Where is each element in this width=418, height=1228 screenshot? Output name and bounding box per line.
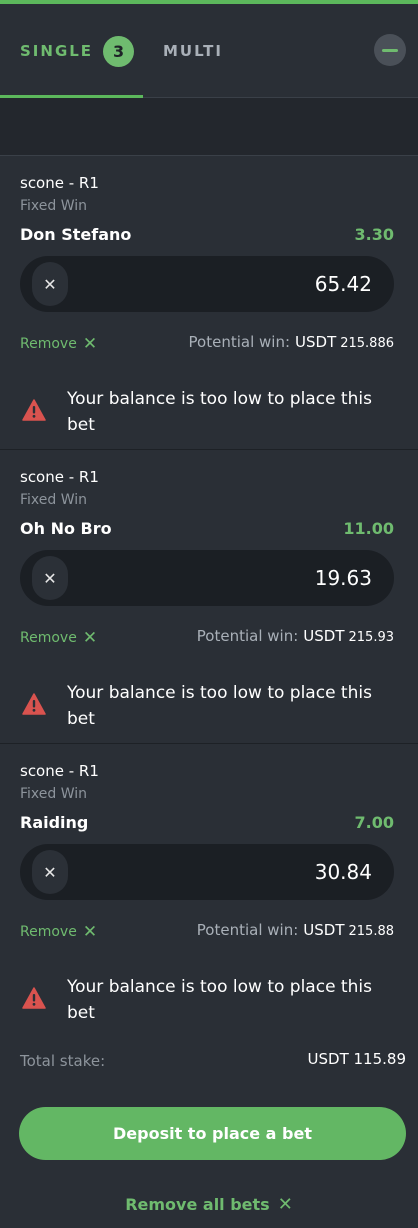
odds-value: 3.30	[354, 225, 394, 244]
total-stake-label: Total stake:	[20, 1052, 106, 1070]
balance-warning-text: Your balance is too low to place this be…	[67, 389, 372, 435]
stake-input[interactable]	[172, 562, 372, 594]
potential-win-amount: 215.88	[348, 924, 395, 939]
betslip-tabs: SINGLE 3 MULTI	[0, 4, 418, 98]
potential-win-amount: 215.93	[348, 630, 395, 645]
potential-win-label: Potential win:	[188, 333, 291, 351]
bet-card: scone - R1 Fixed Win Oh No Bro 11.00 ✕ R…	[0, 450, 418, 744]
runner-name: Oh No Bro	[20, 519, 112, 538]
potential-win-label: Potential win:	[196, 627, 299, 645]
clear-stake-button[interactable]: ✕	[32, 262, 68, 306]
odds-value: 11.00	[343, 519, 394, 538]
remove-label: Remove	[20, 630, 77, 646]
warning-triangle-icon	[22, 399, 46, 421]
market-type: Fixed Win	[20, 492, 88, 508]
close-icon: ✕	[43, 274, 57, 294]
tab-multi[interactable]: MULTI	[163, 4, 223, 98]
stake-field: ✕	[20, 844, 394, 900]
potential-win-currency: USDT	[295, 333, 337, 351]
close-icon: ✕	[43, 862, 57, 882]
minus-icon	[382, 48, 398, 52]
tab-multi-label: MULTI	[163, 42, 223, 60]
runner-name: Raiding	[20, 813, 89, 832]
remove-bet-button[interactable]: Remove ✕	[20, 922, 97, 942]
stake-input[interactable]	[172, 268, 372, 300]
clear-stake-button[interactable]: ✕	[32, 556, 68, 600]
bet-card: scone - R1 Fixed Win Don Stefano 3.30 ✕ …	[0, 156, 418, 450]
betslip-header-band	[0, 98, 418, 156]
bet-card: scone - R1 Fixed Win Raiding 7.00 ✕ Remo…	[0, 744, 418, 1038]
total-stake-value: USDT 115.89	[307, 1050, 406, 1068]
close-icon: ✕	[43, 568, 57, 588]
potential-win-label: Potential win:	[196, 921, 299, 939]
race-name: scone - R1	[20, 174, 99, 192]
stake-field: ✕	[20, 550, 394, 606]
potential-win: Potential win: USDT 215.886	[189, 333, 394, 351]
odds-value: 7.00	[354, 813, 394, 832]
race-name: scone - R1	[20, 468, 99, 486]
warning-triangle-icon	[22, 693, 46, 715]
market-type: Fixed Win	[20, 198, 88, 214]
close-icon: ✕	[82, 628, 98, 648]
total-stake-row: Total stake: USDT 115.89	[0, 1040, 418, 1076]
deposit-button[interactable]: Deposit to place a bet	[19, 1107, 406, 1160]
potential-win: Potential win: USDT 215.88	[197, 921, 394, 939]
collapse-betslip-button[interactable]	[374, 34, 406, 66]
remove-label: Remove	[20, 336, 77, 352]
remove-all-label: Remove all bets	[125, 1194, 270, 1214]
potential-win: Potential win: USDT 215.93	[197, 627, 394, 645]
race-name: scone - R1	[20, 762, 99, 780]
runner-name: Don Stefano	[20, 225, 132, 244]
market-type: Fixed Win	[20, 786, 88, 802]
clear-stake-button[interactable]: ✕	[32, 850, 68, 894]
balance-warning-text: Your balance is too low to place this be…	[67, 683, 372, 729]
balance-warning-text: Your balance is too low to place this be…	[67, 977, 372, 1023]
close-icon: ✕	[277, 1193, 293, 1215]
remove-label: Remove	[20, 924, 77, 940]
remove-all-bets-button[interactable]: Remove all bets ✕	[0, 1190, 418, 1218]
bet-count-badge: 3	[103, 35, 135, 67]
potential-win-amount: 215.886	[340, 336, 394, 351]
tab-single-label: SINGLE	[20, 42, 94, 60]
warning-triangle-icon	[22, 987, 46, 1009]
tab-single[interactable]: SINGLE 3	[20, 4, 135, 98]
close-icon: ✕	[82, 922, 98, 942]
remove-bet-button[interactable]: Remove ✕	[20, 628, 97, 648]
potential-win-currency: USDT	[303, 921, 345, 939]
stake-field: ✕	[20, 256, 394, 312]
stake-input[interactable]	[172, 856, 372, 888]
close-icon: ✕	[82, 334, 98, 354]
remove-bet-button[interactable]: Remove ✕	[20, 334, 97, 354]
potential-win-currency: USDT	[303, 627, 345, 645]
